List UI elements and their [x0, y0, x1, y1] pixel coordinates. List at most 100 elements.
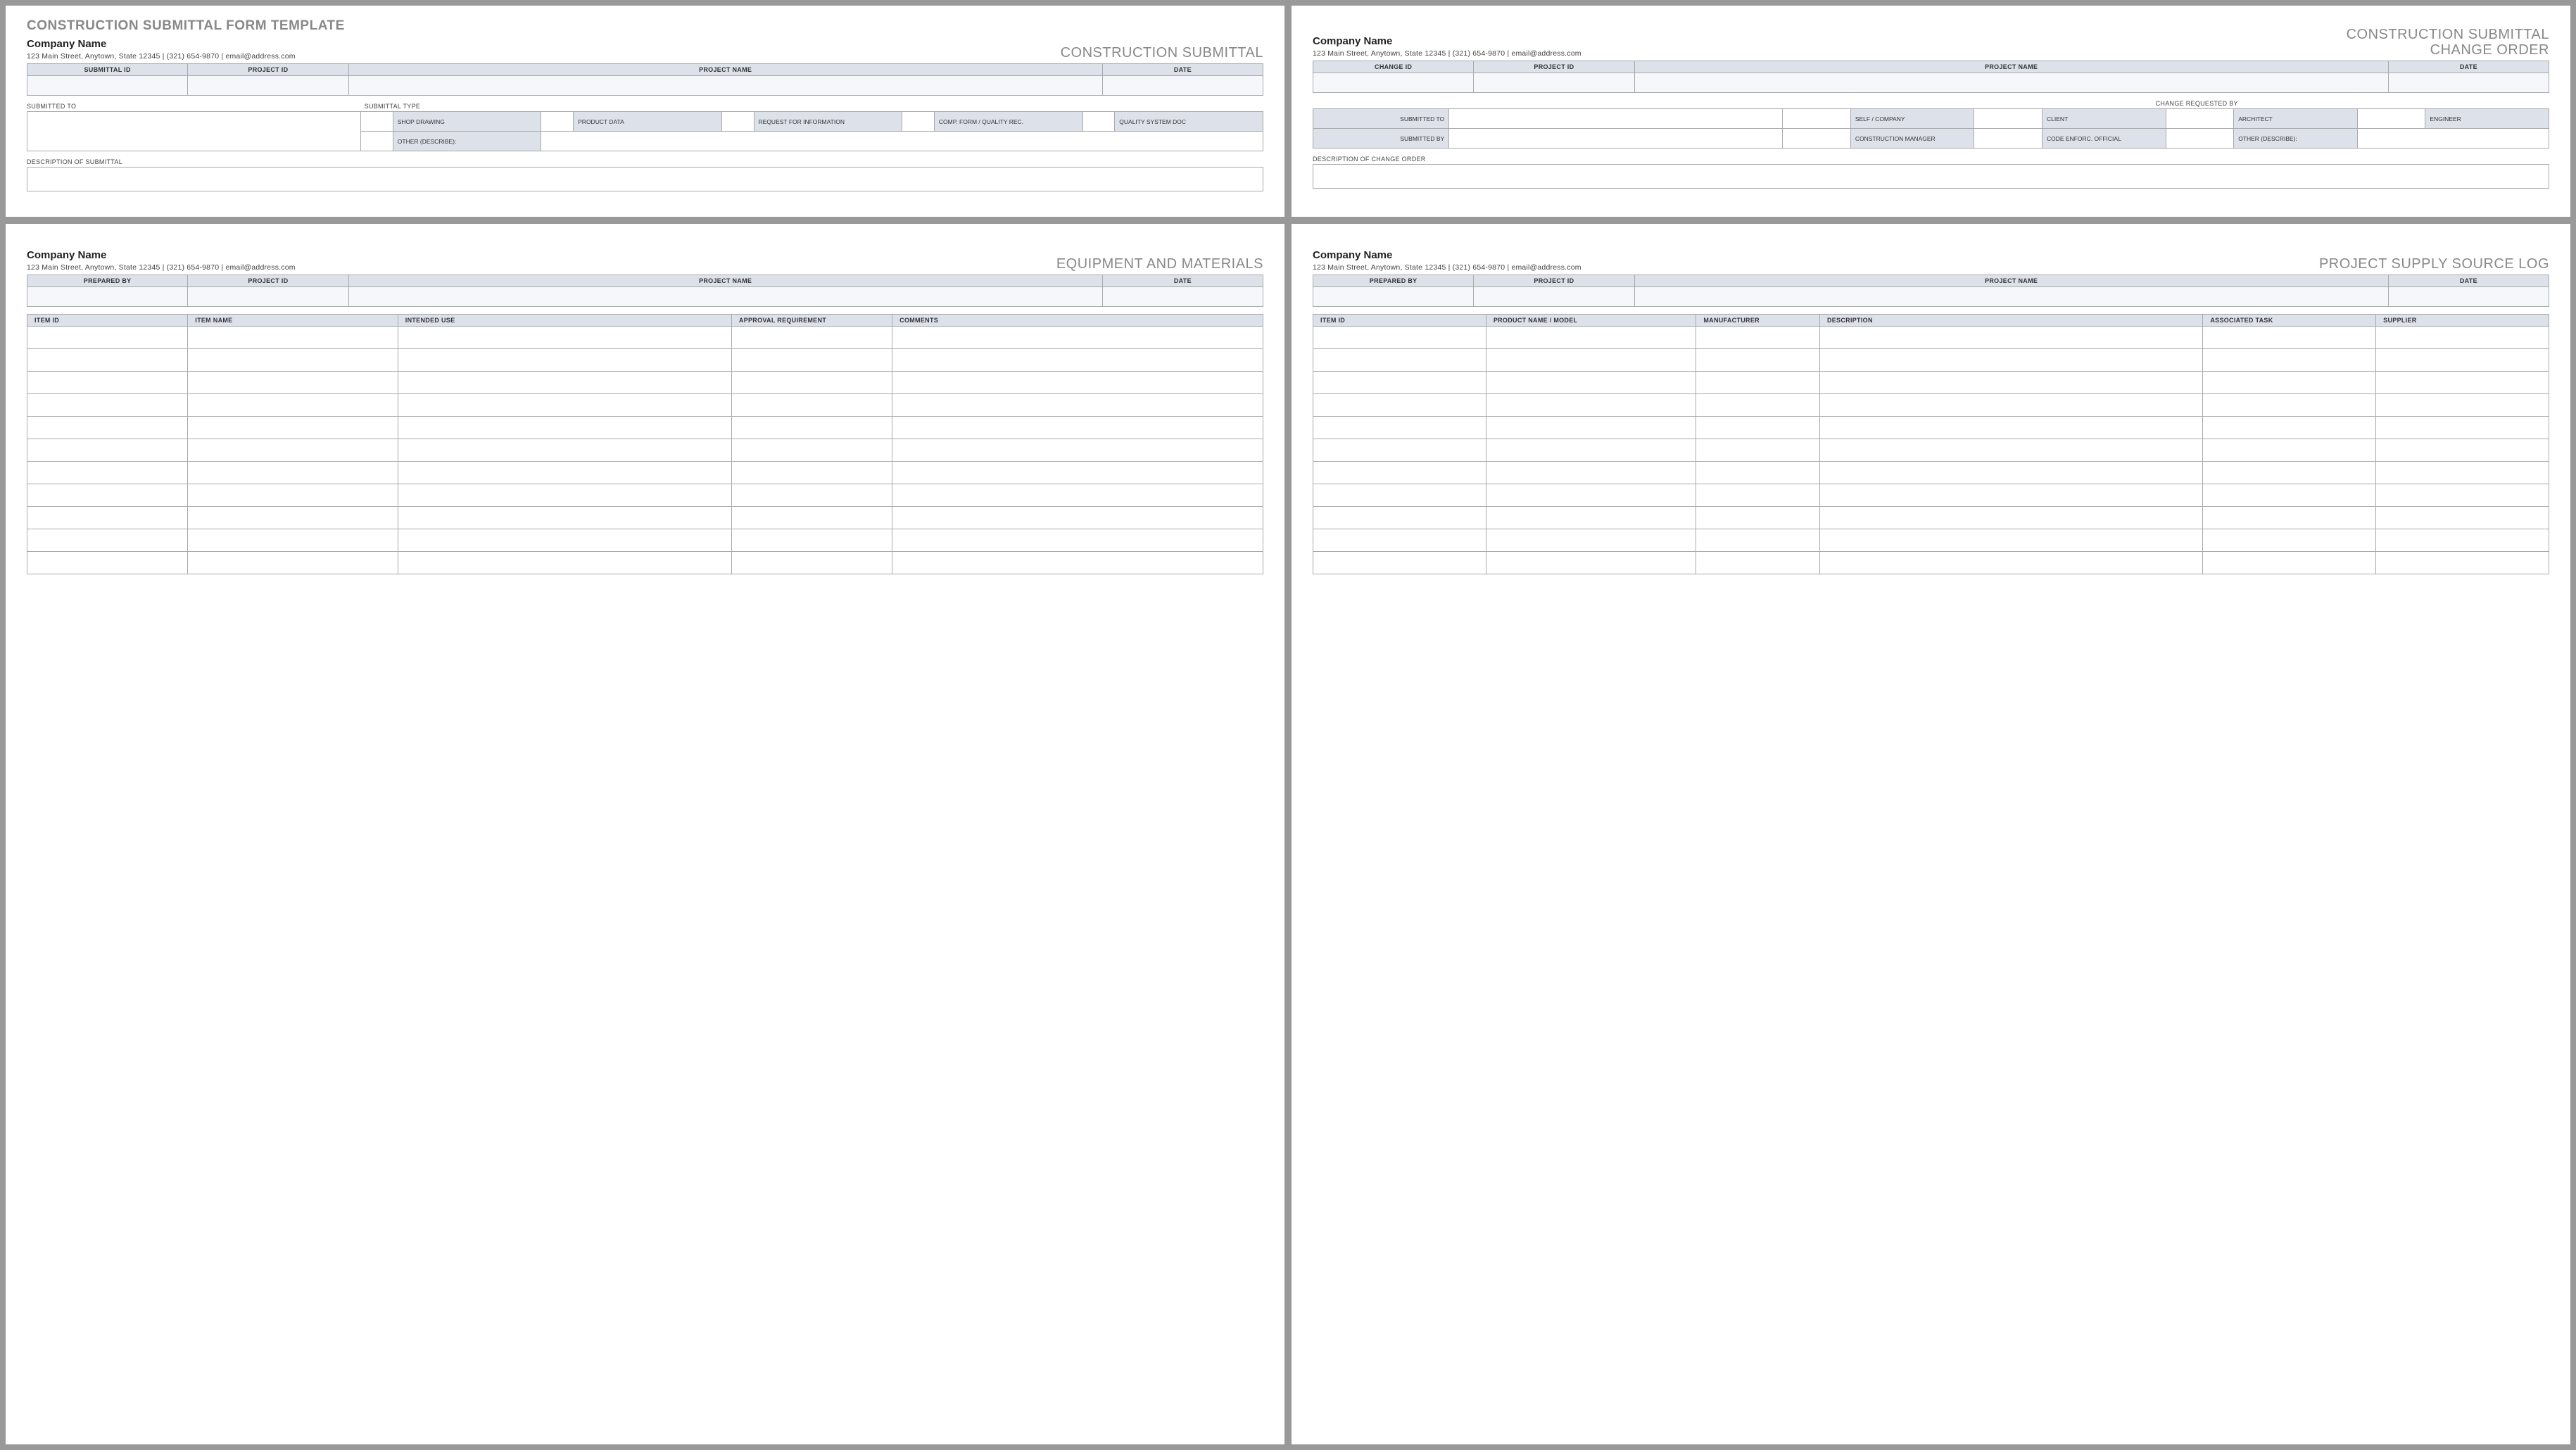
cell[interactable] [1486, 552, 1696, 574]
cell[interactable] [27, 327, 188, 349]
cell[interactable] [398, 484, 731, 507]
check-comp-form[interactable] [902, 112, 935, 132]
cell[interactable] [1313, 529, 1486, 552]
cell[interactable] [892, 394, 1263, 417]
cell[interactable] [1486, 462, 1696, 484]
cell[interactable] [2203, 439, 2376, 462]
cell[interactable] [2203, 529, 2376, 552]
cell[interactable] [1819, 484, 2202, 507]
input-other-desc[interactable] [541, 132, 1263, 151]
cell[interactable] [1819, 349, 2202, 372]
check-other[interactable] [361, 132, 393, 151]
input-change-id[interactable] [1313, 73, 1474, 93]
cell[interactable] [27, 552, 188, 574]
cell[interactable] [1313, 507, 1486, 529]
cell[interactable] [731, 484, 892, 507]
cell[interactable] [2203, 372, 2376, 394]
cell[interactable] [2376, 327, 2549, 349]
cell[interactable] [892, 507, 1263, 529]
cell[interactable] [2376, 417, 2549, 439]
check-self[interactable] [1783, 109, 1851, 129]
cell[interactable] [2376, 394, 2549, 417]
cell[interactable] [188, 507, 398, 529]
cell[interactable] [2376, 507, 2549, 529]
cell[interactable] [731, 372, 892, 394]
input-date[interactable] [2388, 287, 2549, 307]
cell[interactable] [398, 417, 731, 439]
cell[interactable] [398, 552, 731, 574]
cell[interactable] [892, 327, 1263, 349]
cell[interactable] [1486, 394, 1696, 417]
cell[interactable] [1819, 462, 2202, 484]
cell[interactable] [188, 529, 398, 552]
cell[interactable] [27, 507, 188, 529]
cell[interactable] [1696, 507, 1820, 529]
input-submitted-to[interactable] [27, 112, 361, 151]
cell[interactable] [1486, 349, 1696, 372]
cell[interactable] [1819, 417, 2202, 439]
cell[interactable] [1819, 507, 2202, 529]
cell[interactable] [1696, 439, 1820, 462]
check-product-data[interactable] [541, 112, 574, 132]
cell[interactable] [1313, 394, 1486, 417]
input-date[interactable] [1102, 76, 1263, 96]
cell[interactable] [2376, 529, 2549, 552]
cell[interactable] [1696, 462, 1820, 484]
cell[interactable] [1696, 552, 1820, 574]
cell[interactable] [1486, 327, 1696, 349]
cell[interactable] [1486, 507, 1696, 529]
cell[interactable] [1696, 327, 1820, 349]
cell[interactable] [27, 462, 188, 484]
cell[interactable] [1819, 372, 2202, 394]
input-project-id[interactable] [1474, 287, 1634, 307]
cell[interactable] [892, 484, 1263, 507]
input-project-name[interactable] [348, 287, 1102, 307]
cell[interactable] [188, 327, 398, 349]
cell[interactable] [731, 552, 892, 574]
cell[interactable] [1819, 529, 2202, 552]
check-code-official[interactable] [1974, 129, 2043, 149]
input-project-id[interactable] [1474, 73, 1634, 93]
input-prepared-by[interactable] [1313, 287, 1474, 307]
cell[interactable] [27, 394, 188, 417]
cell[interactable] [1313, 372, 1486, 394]
cell[interactable] [1696, 417, 1820, 439]
input-submitted-to[interactable] [1449, 109, 1783, 129]
cell[interactable] [892, 372, 1263, 394]
cell[interactable] [188, 552, 398, 574]
cell[interactable] [1819, 552, 2202, 574]
cell[interactable] [2203, 394, 2376, 417]
cell[interactable] [188, 372, 398, 394]
cell[interactable] [398, 372, 731, 394]
cell[interactable] [398, 507, 731, 529]
cell[interactable] [1696, 484, 1820, 507]
cell[interactable] [731, 394, 892, 417]
cell[interactable] [398, 349, 731, 372]
cell[interactable] [1486, 439, 1696, 462]
cell[interactable] [1486, 372, 1696, 394]
check-engineer[interactable] [2357, 109, 2425, 129]
cell[interactable] [2203, 417, 2376, 439]
cell[interactable] [188, 462, 398, 484]
input-project-id[interactable] [188, 76, 348, 96]
cell[interactable] [1486, 417, 1696, 439]
input-other-desc[interactable] [2357, 129, 2549, 149]
check-architect[interactable] [2166, 109, 2234, 129]
cell[interactable] [27, 417, 188, 439]
cell[interactable] [892, 529, 1263, 552]
cell[interactable] [2203, 349, 2376, 372]
cell[interactable] [1313, 417, 1486, 439]
cell[interactable] [2203, 327, 2376, 349]
cell[interactable] [1696, 529, 1820, 552]
cell[interactable] [2376, 484, 2549, 507]
cell[interactable] [892, 462, 1263, 484]
check-rfi[interactable] [721, 112, 754, 132]
cell[interactable] [1313, 484, 1486, 507]
input-project-id[interactable] [188, 287, 348, 307]
cell[interactable] [1696, 394, 1820, 417]
cell[interactable] [1819, 327, 2202, 349]
input-desc-change[interactable] [1313, 165, 2549, 189]
cell[interactable] [892, 417, 1263, 439]
cell[interactable] [731, 462, 892, 484]
cell[interactable] [1819, 439, 2202, 462]
